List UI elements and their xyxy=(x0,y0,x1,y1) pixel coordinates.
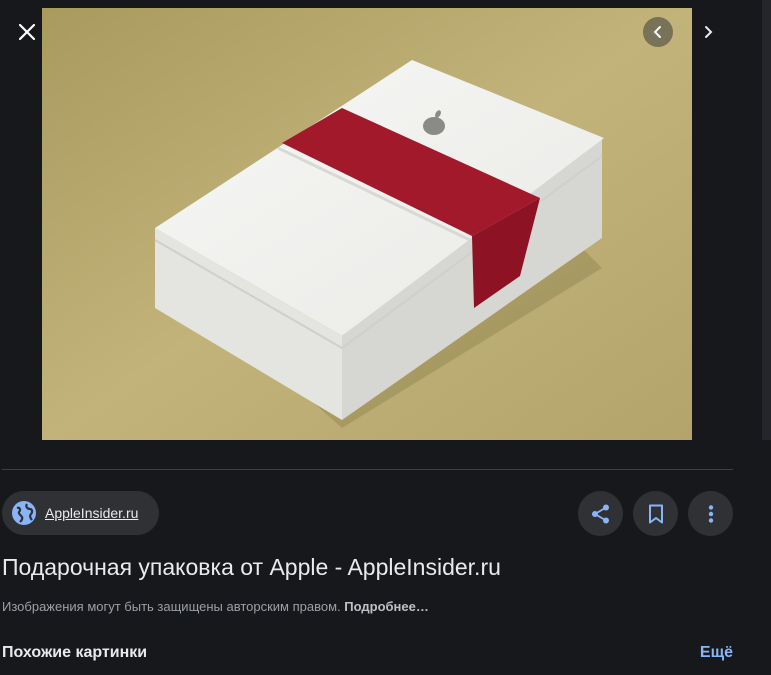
chevron-left-icon xyxy=(653,26,661,38)
previous-image-button[interactable] xyxy=(643,17,673,47)
page-title[interactable]: Подарочная упаковка от Apple - AppleInsi… xyxy=(2,554,501,581)
copyright-text: Изображения могут быть защищены авторски… xyxy=(2,599,341,614)
more-similar-link[interactable]: Ещё xyxy=(700,644,733,662)
image-preview[interactable] xyxy=(42,8,692,440)
chevron-right-icon xyxy=(705,26,713,38)
side-panel-edge xyxy=(762,0,771,440)
source-chip[interactable]: AppleInsider.ru xyxy=(2,491,159,535)
copyright-notice: Изображения могут быть защищены авторски… xyxy=(2,599,429,614)
divider xyxy=(2,469,733,470)
more-vert-icon xyxy=(708,504,713,523)
similar-images-heading: Похожие картинки xyxy=(2,644,148,661)
share-button[interactable] xyxy=(578,491,623,536)
globe-icon xyxy=(11,500,37,526)
more-options-button[interactable] xyxy=(688,491,733,536)
save-button[interactable] xyxy=(633,491,678,536)
close-button[interactable] xyxy=(10,15,44,49)
source-name: AppleInsider.ru xyxy=(45,505,139,521)
learn-more-link[interactable]: Подробнее… xyxy=(344,599,429,614)
close-icon xyxy=(18,23,36,41)
share-icon xyxy=(591,504,609,523)
bookmark-icon xyxy=(648,504,663,523)
next-image-button[interactable] xyxy=(693,17,723,47)
preview-photo xyxy=(42,8,692,440)
